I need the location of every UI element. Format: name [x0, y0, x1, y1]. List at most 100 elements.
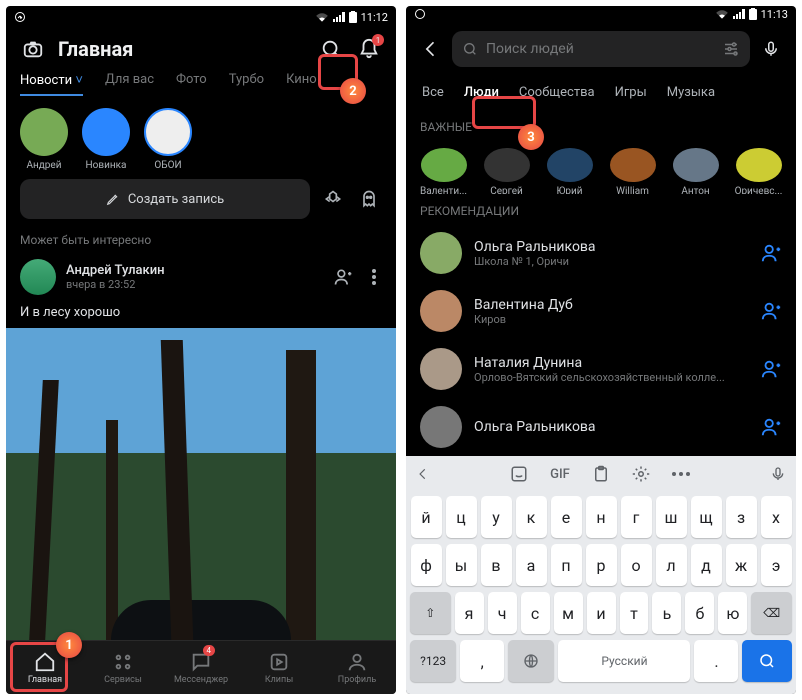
- dice-icon[interactable]: [320, 186, 346, 212]
- key[interactable]: у: [481, 496, 512, 538]
- search-tab[interactable]: Сообщества: [517, 81, 597, 106]
- nav-grid[interactable]: Сервисы: [84, 641, 162, 694]
- search-tab[interactable]: Люди: [462, 81, 501, 106]
- back-icon[interactable]: [418, 36, 444, 62]
- key[interactable]: а: [516, 544, 547, 586]
- feed-tab[interactable]: Турбо: [229, 72, 264, 96]
- post-image[interactable]: [6, 328, 396, 640]
- key-shift[interactable]: ⇧: [410, 592, 451, 634]
- key[interactable]: ц: [446, 496, 477, 538]
- key[interactable]: ь: [652, 592, 681, 634]
- story-item[interactable]: Новинка: [82, 108, 130, 171]
- key[interactable]: ч: [488, 592, 517, 634]
- key[interactable]: щ: [691, 496, 722, 538]
- feed-tab[interactable]: Для вас: [105, 72, 154, 96]
- key[interactable]: с: [521, 592, 550, 634]
- key[interactable]: ф: [411, 544, 442, 586]
- mic-icon[interactable]: [758, 36, 784, 62]
- key[interactable]: м: [554, 592, 583, 634]
- camera-icon[interactable]: [20, 36, 46, 62]
- rec-item[interactable]: Ольга РальниковаШкола № 1, Оричи: [406, 224, 796, 282]
- settings-icon[interactable]: [632, 465, 650, 483]
- sticker-icon[interactable]: [510, 465, 528, 483]
- phone-left: 11:12 Главная 1 2 Новости ˅Для васФотоТу…: [6, 6, 396, 694]
- feed-tab[interactable]: Фото: [176, 72, 207, 96]
- battery-icon: [749, 8, 757, 20]
- mic-icon[interactable]: [770, 466, 786, 482]
- key[interactable]: з: [726, 496, 757, 538]
- key[interactable]: б: [685, 592, 714, 634]
- person-item[interactable]: Антон: [668, 148, 723, 194]
- signal-icon: [333, 12, 345, 22]
- add-friend-icon[interactable]: [330, 264, 356, 290]
- key[interactable]: д: [691, 544, 722, 586]
- feed-tab[interactable]: Новости ˅: [20, 72, 83, 96]
- search-icon[interactable]: [318, 36, 344, 62]
- rec-item[interactable]: Наталия ДунинаОрлово-Вятский сельскохозя…: [406, 340, 796, 398]
- key[interactable]: и: [587, 592, 616, 634]
- search-input[interactable]: Поиск людей: [452, 31, 750, 67]
- search-tab[interactable]: Музыка: [665, 81, 717, 106]
- story-item[interactable]: ОБОИ: [144, 108, 192, 171]
- stories-row: Андрей Новинка ОБОИ: [6, 96, 396, 179]
- key[interactable]: ы: [446, 544, 477, 586]
- search-tab[interactable]: Все: [420, 81, 446, 106]
- person-item[interactable]: Валенти...: [416, 148, 471, 194]
- key[interactable]: г: [621, 496, 652, 538]
- wifi-icon: [315, 12, 329, 22]
- search-tab[interactable]: Игры: [613, 81, 649, 106]
- gif-label[interactable]: GIF: [550, 467, 570, 482]
- more-icon[interactable]: [366, 264, 382, 290]
- nav-profile[interactable]: Профиль: [318, 641, 396, 694]
- battery-icon: [349, 11, 357, 23]
- person-item[interactable]: Сергей: [479, 148, 534, 194]
- key[interactable]: н: [586, 496, 617, 538]
- key-globe[interactable]: [508, 640, 554, 682]
- key-backspace[interactable]: ⌫: [751, 592, 792, 634]
- chevron-left-icon[interactable]: [416, 467, 430, 481]
- key[interactable]: т: [620, 592, 649, 634]
- add-friend-icon[interactable]: [760, 300, 782, 322]
- callout-2: 2: [340, 78, 366, 104]
- key-numbers[interactable]: ?123: [410, 640, 456, 682]
- nav-msg[interactable]: Мессенджер4: [162, 641, 240, 694]
- key[interactable]: х: [761, 496, 792, 538]
- key-search[interactable]: [742, 640, 792, 682]
- story-item[interactable]: Андрей: [20, 108, 68, 171]
- person-item[interactable]: Оричевс...: [731, 148, 786, 194]
- ghost-icon[interactable]: [356, 186, 382, 212]
- key-comma[interactable]: ,: [460, 640, 504, 682]
- add-friend-icon[interactable]: [760, 416, 782, 438]
- clipboard-icon[interactable]: [592, 465, 610, 483]
- person-item[interactable]: William: [605, 148, 660, 194]
- key[interactable]: ю: [718, 592, 747, 634]
- post-header[interactable]: Андрей Тулакин вчера в 23:52: [6, 253, 396, 301]
- feed-tab[interactable]: Кино: [286, 72, 317, 96]
- avatar: [20, 259, 56, 295]
- key[interactable]: к: [516, 496, 547, 538]
- key[interactable]: е: [551, 496, 582, 538]
- compose-button[interactable]: Создать запись: [20, 179, 310, 219]
- bell-icon[interactable]: 1: [356, 36, 382, 62]
- rec-item[interactable]: Валентина ДубКиров: [406, 282, 796, 340]
- add-friend-icon[interactable]: [760, 358, 782, 380]
- sliders-icon[interactable]: [722, 40, 740, 58]
- key[interactable]: э: [761, 544, 792, 586]
- more-icon[interactable]: [672, 472, 690, 476]
- key-dot[interactable]: .: [694, 640, 738, 682]
- key[interactable]: ш: [656, 496, 687, 538]
- person-item[interactable]: Юрий: [542, 148, 597, 194]
- key[interactable]: п: [551, 544, 582, 586]
- key[interactable]: о: [621, 544, 652, 586]
- key[interactable]: в: [481, 544, 512, 586]
- key[interactable]: я: [455, 592, 484, 634]
- status-time: 11:12: [361, 11, 388, 24]
- key[interactable]: р: [586, 544, 617, 586]
- key[interactable]: л: [656, 544, 687, 586]
- rec-item[interactable]: Ольга Ральникова: [406, 398, 796, 456]
- key[interactable]: ж: [726, 544, 757, 586]
- key-space[interactable]: Русский: [558, 640, 690, 682]
- add-friend-icon[interactable]: [760, 242, 782, 264]
- nav-clips[interactable]: Клипы: [240, 641, 318, 694]
- key[interactable]: й: [411, 496, 442, 538]
